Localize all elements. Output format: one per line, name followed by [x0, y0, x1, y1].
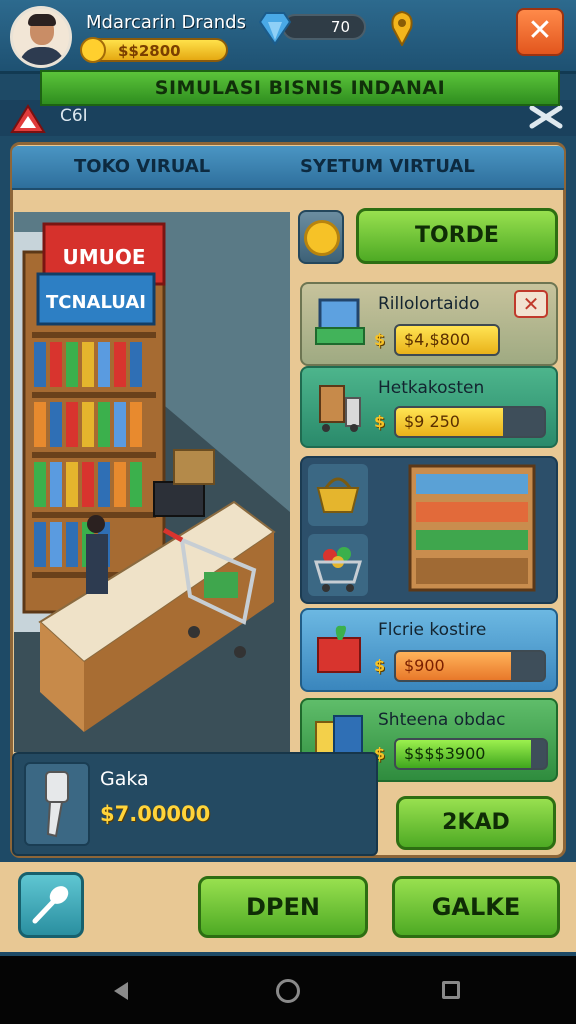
trade-button[interactable]: TORDE — [356, 208, 558, 264]
game-title-banner: SIMULASI BISNIS INDANAI — [40, 70, 560, 106]
selected-item-name: Gaka — [100, 768, 149, 790]
player-name: Mdarcarin Drands — [86, 12, 246, 33]
alert-icon[interactable] — [10, 104, 46, 134]
open-button[interactable]: DPEN — [198, 876, 368, 938]
item-price: $$$$3900 — [404, 744, 486, 763]
item-price: $4,$800 — [404, 330, 471, 349]
gem-bar: 70 — [282, 14, 366, 40]
item-price: $900 — [404, 656, 445, 675]
item-card[interactable]: Hetkakosten $ $9 250 — [300, 366, 558, 448]
home-icon[interactable] — [276, 979, 300, 1003]
dollar-icon: $ — [374, 412, 386, 431]
back-icon[interactable] — [114, 982, 128, 1000]
money-value: $$2800 — [118, 42, 181, 60]
player-avatar[interactable] — [10, 6, 72, 68]
item-name: Rillolortaido — [378, 294, 480, 314]
selected-item-info: Gaka $7.00000 — [12, 752, 378, 856]
basket-slot[interactable] — [308, 464, 368, 526]
produce-cart-icon — [313, 547, 363, 592]
item-price-bar: $$$$3900 — [394, 738, 548, 770]
coin-icon — [304, 220, 340, 256]
monitor-icon — [315, 298, 365, 345]
system-nav-bar — [0, 956, 576, 1024]
shelf-unit-icon — [408, 464, 536, 592]
tab-virtual-store[interactable]: TOKO VIRUAL — [74, 156, 210, 177]
item-card[interactable]: Rillolortaido ✕ $ $4,$800 — [300, 282, 558, 366]
recent-apps-icon[interactable] — [442, 981, 460, 999]
collapse-icon[interactable] — [528, 104, 564, 130]
item-name: Shteena obdac — [378, 710, 506, 730]
item-card[interactable]: Flcrie kostire $ $900 — [300, 608, 558, 692]
item-price-bar: $4,$800 — [394, 324, 500, 356]
spoon-icon — [32, 886, 69, 924]
store-sign-bottom-text: TCNALUAI — [46, 292, 146, 313]
trade-action-button[interactable]: GALKE — [392, 876, 560, 938]
shelf-preview-card[interactable] — [300, 456, 558, 604]
cart-shelf-icon — [319, 385, 361, 432]
tab-bar: TOKO VIRUAL SYETUM VIRTUAL — [12, 146, 564, 190]
close-icon: ✕ — [522, 292, 540, 316]
plant-box-icon — [317, 625, 361, 673]
item-name: Hetkakosten — [378, 378, 485, 398]
dollar-icon: $ — [374, 330, 386, 349]
scanner-icon — [24, 762, 90, 846]
produce-cart-slot[interactable] — [308, 534, 368, 596]
dollar-icon: $ — [374, 656, 386, 675]
store-illustration: UMUOE TCNALUAI — [14, 212, 290, 752]
add-button[interactable]: 2KAD — [396, 796, 556, 850]
top-bar: Mdarcarin Drands $$2800 70 ✕ — [0, 0, 576, 74]
sub-bar-label: C6I — [60, 106, 88, 126]
basket-icon — [316, 477, 360, 513]
tab-virtual-system[interactable]: SYETUM VIRTUAL — [300, 156, 475, 177]
item-name: Flcrie kostire — [378, 620, 487, 640]
remove-item-button[interactable]: ✕ — [514, 290, 548, 318]
cash-register — [153, 481, 205, 517]
store-scene[interactable]: UMUOE TCNALUAI — [14, 212, 290, 752]
selected-item-price: $7.00000 — [100, 802, 211, 826]
tool-button[interactable] — [18, 872, 84, 938]
money-display: $$2800 — [80, 37, 228, 63]
close-icon: ✕ — [527, 13, 553, 48]
pin-icon[interactable] — [390, 10, 414, 46]
close-button[interactable]: ✕ — [516, 8, 564, 56]
coin-icon — [80, 37, 106, 63]
gem-icon — [258, 12, 292, 46]
item-price: $9 250 — [404, 412, 460, 431]
coin-button[interactable] — [298, 210, 344, 264]
item-price-bar: $9 250 — [394, 406, 546, 438]
gem-value: 70 — [330, 18, 350, 36]
store-sign-top-text: UMUOE — [62, 245, 145, 269]
item-price-bar: $900 — [394, 650, 546, 682]
